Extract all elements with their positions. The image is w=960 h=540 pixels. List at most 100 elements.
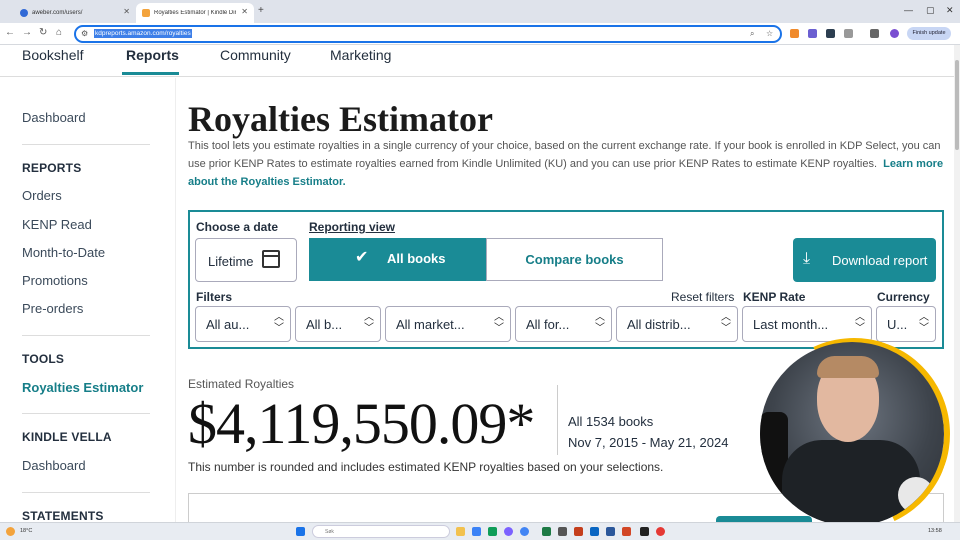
nav-reports[interactable]: Reports — [126, 47, 179, 63]
results-divider — [557, 385, 558, 455]
nav-marketing[interactable]: Marketing — [330, 47, 391, 63]
clock-time: 13:58 — [928, 528, 942, 534]
reload-icon[interactable]: ↻ — [39, 27, 47, 38]
sidebar-item-orders[interactable]: Orders — [22, 188, 62, 203]
file-explorer-icon[interactable] — [456, 527, 465, 536]
sidebar-item-pre-orders[interactable]: Pre-orders — [22, 301, 83, 316]
chevron-up-down-icon: ︿ ﹀ — [364, 312, 374, 334]
address-bar[interactable]: ⚙ kdpreports.amazon.com/royalties ⌕ ☆ — [74, 25, 782, 43]
download-icon[interactable] — [870, 29, 879, 38]
window-close-icon[interactable]: ✕ — [946, 5, 954, 16]
date-picker[interactable]: Lifetime — [195, 238, 297, 282]
tab-title: Royalties Estimator | Kindle Dir... — [154, 10, 236, 16]
select-value: All market... — [396, 317, 465, 332]
app-icon[interactable] — [472, 527, 481, 536]
chrome-icon[interactable] — [520, 527, 529, 536]
screen: aweber.com/users/ ✕ Royalties Estimator … — [0, 0, 960, 540]
reporting-view-label[interactable]: Reporting view — [309, 220, 395, 234]
app-icon[interactable] — [488, 527, 497, 536]
app-icon[interactable] — [590, 527, 599, 536]
sidebar-divider — [22, 413, 150, 414]
powerpoint-icon[interactable] — [622, 527, 631, 536]
sidebar-heading-tools: TOOLS — [22, 352, 65, 366]
weather-icon[interactable] — [6, 527, 15, 536]
filters-label: Filters — [196, 290, 233, 304]
currency-select[interactable]: U... ︿ ﹀ — [876, 306, 936, 342]
sidebar-heading-statements: STATEMENTS — [22, 509, 104, 523]
maximize-icon[interactable]: ▢ — [926, 5, 935, 16]
description-text: This tool lets you estimate royalties in… — [188, 140, 941, 170]
view-compare-books-toggle[interactable]: Compare books — [486, 238, 663, 281]
app-icon[interactable] — [574, 527, 583, 536]
sidebar-item-dashboard[interactable]: Dashboard — [22, 110, 86, 125]
sidebar-heading-reports: REPORTS — [22, 161, 82, 175]
download-icon: ⤓ — [803, 250, 811, 267]
sidebar-item-vella-dashboard[interactable]: Dashboard — [22, 458, 86, 473]
nav-community[interactable]: Community — [220, 47, 291, 63]
sidebar-item-royalties-estimator[interactable]: Royalties Estimator — [22, 380, 143, 395]
sidebar-divider — [22, 144, 150, 145]
close-icon[interactable]: ✕ — [241, 7, 248, 16]
view-all-books-toggle[interactable]: ✔ All books — [309, 238, 487, 281]
app-icon[interactable] — [504, 527, 513, 536]
app-icon[interactable] — [558, 527, 567, 536]
browser-tab-aweber[interactable]: aweber.com/users/ ✕ — [14, 3, 136, 23]
royalties-note: This number is rounded and includes esti… — [188, 460, 664, 474]
select-value: All au... — [206, 317, 250, 332]
minimize-icon[interactable]: — — [904, 5, 913, 15]
select-value: All distrib... — [627, 317, 691, 332]
reset-filters-link[interactable]: Reset filters — [671, 290, 734, 304]
zoom-icon[interactable]: ⌕ — [750, 29, 754, 39]
tab-title: aweber.com/users/ — [32, 10, 83, 16]
download-label: Download report — [832, 253, 928, 268]
app-icon[interactable] — [656, 527, 665, 536]
sidebar-item-promotions[interactable]: Promotions — [22, 273, 88, 288]
new-tab-icon[interactable]: + — [258, 5, 264, 16]
back-icon[interactable]: ← — [5, 27, 15, 38]
filter-marketplaces-select[interactable]: All market... ︿ ﹀ — [385, 306, 511, 342]
sidebar-item-kenp-read[interactable]: KENP Read — [22, 217, 92, 232]
home-icon[interactable]: ⌂ — [56, 27, 62, 38]
sidebar-item-month-to-date[interactable]: Month-to-Date — [22, 245, 105, 260]
extension-icon[interactable] — [826, 29, 835, 38]
nav-active-indicator — [122, 72, 179, 75]
taskbar-search[interactable]: Søk — [312, 525, 450, 538]
forward-icon[interactable]: → — [22, 27, 32, 38]
excel-icon[interactable] — [542, 527, 551, 536]
webcam-lamp — [898, 477, 934, 513]
kenp-rate-label: KENP Rate — [743, 290, 806, 304]
word-icon[interactable] — [606, 527, 615, 536]
estimated-royalties-amount: $4,119,550.09* — [188, 391, 535, 456]
date-range: Nov 7, 2015 - May 21, 2024 — [568, 435, 729, 450]
select-value: All for... — [526, 317, 570, 332]
kenp-rate-select[interactable]: Last month... ︿ ﹀ — [742, 306, 872, 342]
kdp-favicon-icon — [142, 9, 150, 17]
date-value: Lifetime — [208, 254, 254, 269]
browser-tab-royalties[interactable]: Royalties Estimator | Kindle Dir... ✕ — [136, 3, 254, 23]
filter-formats-select[interactable]: All for... ︿ ﹀ — [515, 306, 612, 342]
bookmark-star-icon[interactable]: ☆ — [766, 29, 773, 38]
chevron-up-down-icon: ︿ ﹀ — [274, 312, 284, 334]
windows-start-icon[interactable] — [296, 527, 305, 536]
extension-icon[interactable] — [790, 29, 799, 38]
close-icon[interactable]: ✕ — [123, 7, 130, 16]
page-title: Royalties Estimator — [188, 99, 493, 139]
app-icon[interactable] — [640, 527, 649, 536]
filter-books-select[interactable]: All b... ︿ ﹀ — [295, 306, 381, 342]
chevron-up-down-icon: ︿ ﹀ — [855, 312, 865, 334]
profile-avatar[interactable] — [890, 29, 899, 38]
calendar-icon[interactable] — [262, 250, 280, 268]
filter-distribution-select[interactable]: All distrib... ︿ ﹀ — [616, 306, 738, 342]
site-info-icon[interactable]: ⚙ — [81, 29, 88, 38]
filter-authors-select[interactable]: All au... ︿ ﹀ — [195, 306, 291, 342]
webcam-overlay — [760, 342, 944, 526]
nav-bookshelf[interactable]: Bookshelf — [22, 47, 83, 63]
scrollbar-thumb[interactable] — [955, 60, 959, 150]
finish-update-button[interactable]: Finish update — [907, 27, 951, 40]
sidebar-divider — [22, 335, 150, 336]
extensions-puzzle-icon[interactable] — [844, 29, 853, 38]
currency-label: Currency — [877, 290, 930, 304]
url-text[interactable]: kdpreports.amazon.com/royalties — [94, 29, 192, 38]
extension-icon[interactable] — [808, 29, 817, 38]
download-report-button[interactable]: Download report — [793, 238, 936, 282]
